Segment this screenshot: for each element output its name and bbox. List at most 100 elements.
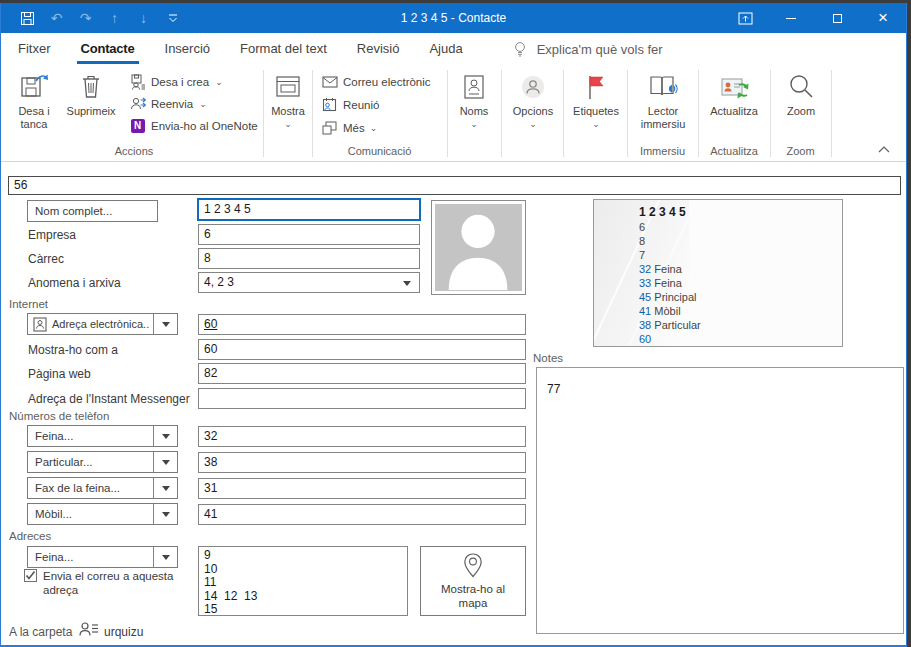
card-line: 6	[639, 220, 701, 234]
tags-button[interactable]: Etiquetes ⌄	[567, 69, 625, 129]
tab-ajuda[interactable]: Ajuda	[427, 35, 464, 63]
immersive-reader-icon	[647, 69, 679, 105]
maximize-button[interactable]	[814, 3, 860, 33]
display-as-field[interactable]: 60	[198, 339, 526, 360]
phone-business-field[interactable]: 32	[198, 426, 526, 447]
delete-button[interactable]: Suprimeix	[61, 69, 121, 118]
outlook-contact-window: ↶ ↷ ↑ ↓ 1 2 3 4 5 - Contacte × Fitxer Co…	[0, 3, 907, 647]
update-button[interactable]: Actualitza	[702, 69, 766, 118]
meeting-icon	[321, 97, 338, 113]
quick-access-toolbar: ↶ ↷ ↑ ↓	[1, 3, 187, 33]
card-line: 41 Mòbil	[639, 304, 701, 318]
notes-field[interactable]: 77	[536, 367, 904, 634]
phone-business-button[interactable]: Feina...	[27, 425, 178, 447]
save-close-icon	[19, 69, 49, 105]
file-as-combo[interactable]: 4, 2 3	[198, 272, 420, 293]
mailing-address-checkbox[interactable]	[24, 569, 37, 582]
card-name: 1 2 3 4 5	[639, 205, 701, 219]
job-title-label: Càrrec	[28, 252, 64, 266]
addresses-section-header: Adreces	[9, 530, 51, 542]
check-icon	[25, 570, 36, 581]
phone-section-header: Números de telèfon	[9, 410, 109, 422]
full-name-button[interactable]: Nom complet...	[27, 200, 158, 222]
forward-button[interactable]: Reenvia ⌄	[129, 94, 207, 113]
redo-icon[interactable]: ↷	[71, 3, 100, 33]
show-icon	[274, 69, 302, 105]
phone-mobile-field[interactable]: 41	[198, 504, 526, 525]
group-label-accions: Accions	[5, 145, 263, 157]
tab-contacte[interactable]: Contacte	[79, 35, 137, 63]
phone-mobile-button[interactable]: Mòbil...	[27, 503, 178, 525]
contact-card-icon	[461, 69, 487, 105]
close-button[interactable]: ×	[860, 3, 906, 33]
phone-home-button[interactable]: Particular...	[27, 451, 178, 473]
names-button[interactable]: Noms ⌄	[451, 69, 497, 129]
send-to-onenote-button[interactable]: N Envia-ho al OneNote	[129, 116, 258, 135]
immersive-reader-button[interactable]: Lector immersiu	[631, 69, 695, 131]
save-and-close-button[interactable]: Desa i tanca	[9, 69, 59, 131]
options-button[interactable]: Opcions ⌄	[506, 69, 560, 129]
card-line: 60	[639, 332, 701, 346]
job-title-field[interactable]: 8	[198, 248, 420, 269]
zoom-button[interactable]: Zoom	[774, 69, 828, 118]
phone-home-field[interactable]: 38	[198, 452, 526, 473]
title-bar: ↶ ↷ ↑ ↓ 1 2 3 4 5 - Contacte ×	[1, 3, 906, 33]
email-field[interactable]: 60	[198, 314, 526, 335]
email-contact-icon	[33, 317, 47, 332]
ribbon-display-options-button[interactable]	[722, 3, 768, 33]
im-field[interactable]	[198, 388, 526, 409]
mailing-address-label: Envia el correu a aquesta adreça	[43, 569, 191, 597]
save-and-new-button[interactable]: Desa i crea ⌄	[129, 72, 223, 91]
person-circle-icon	[519, 69, 547, 105]
minimize-button[interactable]	[768, 3, 814, 33]
company-label: Empresa	[28, 228, 76, 242]
address-type-dropdown[interactable]	[153, 547, 177, 567]
phone-fax-field[interactable]: 31	[198, 478, 526, 499]
more-button[interactable]: Més ⌄	[321, 118, 377, 137]
webpage-field[interactable]: 82	[198, 363, 526, 384]
tab-fitxer[interactable]: Fitxer	[16, 35, 53, 63]
tell-me-box[interactable]: Explica'm què vols fer	[513, 41, 663, 57]
folder-label: A la carpeta	[9, 625, 72, 639]
address-field[interactable]: 9 10 11 14 12 13 15	[198, 546, 408, 616]
file-as-label: Anomena i arxiva	[28, 276, 121, 290]
undo-icon[interactable]: ↶	[42, 3, 71, 33]
subject-field[interactable]: 56	[8, 176, 901, 195]
chevron-down-icon[interactable]	[403, 281, 411, 286]
save-icon[interactable]	[13, 3, 42, 33]
card-line: 8	[639, 234, 701, 248]
collapse-ribbon-icon[interactable]	[878, 146, 890, 153]
email-address-button[interactable]: Adreça electrònica..	[27, 313, 178, 335]
up-arrow-icon[interactable]: ↑	[100, 3, 129, 33]
group-label-zoom: Zoom	[770, 145, 831, 157]
full-name-field[interactable]: 1 2 3 4 5	[197, 198, 421, 221]
card-line: 33 Feina	[639, 276, 701, 290]
phone-fax-button[interactable]: Fax de la feina...	[27, 477, 178, 499]
map-pin-icon	[460, 552, 486, 580]
address-type-button[interactable]: Feina...	[27, 546, 178, 568]
contact-form: 56 Nom complet... 1 2 3 4 5 Empresa 6 Cà…	[1, 162, 906, 645]
tab-insercio[interactable]: Inserció	[163, 35, 213, 63]
phone-business-dropdown[interactable]	[153, 426, 177, 446]
people-folder-icon	[79, 621, 99, 637]
contact-photo[interactable]	[431, 200, 526, 295]
phone-fax-dropdown[interactable]	[153, 478, 177, 498]
show-map-button[interactable]: Mostra-ho al mapa	[420, 546, 526, 616]
tab-revisio[interactable]: Revisió	[355, 35, 402, 63]
email-dropdown-arrow[interactable]	[153, 314, 177, 334]
business-card-preview[interactable]: 1 2 3 4 5 6 8 7 32 Feina 33 Feina 45 Pri…	[593, 199, 843, 347]
onenote-icon: N	[129, 119, 146, 133]
phone-mobile-dropdown[interactable]	[153, 504, 177, 524]
forward-contact-icon	[129, 96, 146, 112]
customize-qat-icon[interactable]	[158, 3, 187, 33]
show-button[interactable]: Mostra ⌄	[265, 69, 311, 129]
envelope-icon	[321, 76, 338, 88]
email-button[interactable]: Correu electrònic	[321, 72, 431, 91]
phone-home-dropdown[interactable]	[153, 452, 177, 472]
down-arrow-icon[interactable]: ↓	[129, 3, 158, 33]
display-as-label: Mostra-ho com a	[28, 343, 118, 357]
company-field[interactable]: 6	[198, 224, 420, 245]
tab-format-del-text[interactable]: Format del text	[238, 35, 329, 63]
save-new-icon	[129, 74, 146, 90]
meeting-button[interactable]: Reunió	[321, 95, 379, 114]
